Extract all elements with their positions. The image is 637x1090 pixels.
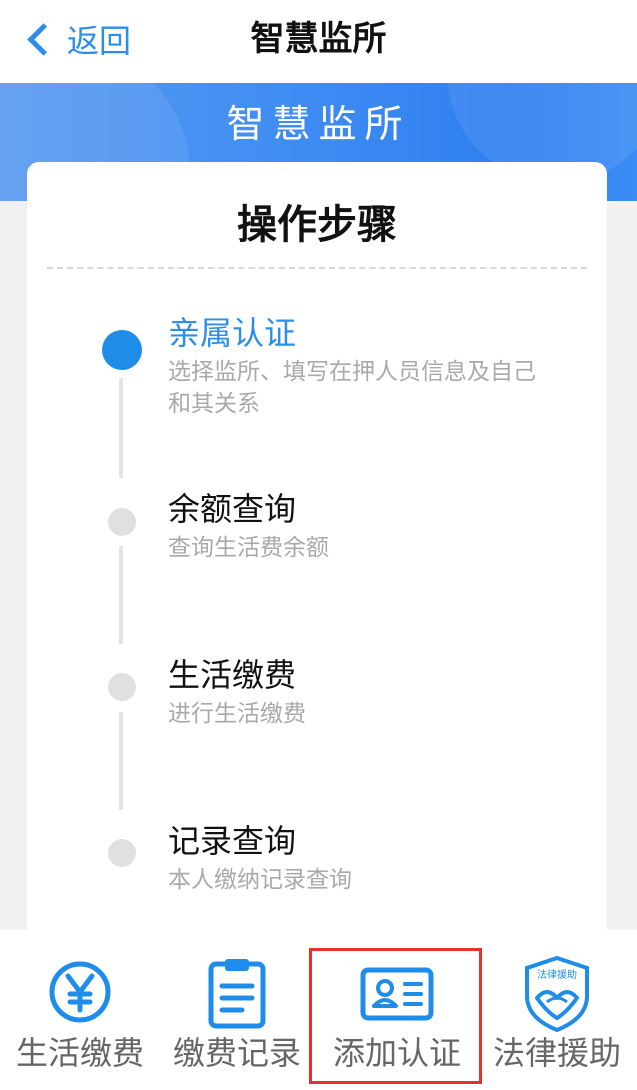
tab-add-verification[interactable]: 添加认证 xyxy=(317,930,477,1090)
tab-living-payment[interactable]: 生活缴费 xyxy=(0,930,160,1090)
steps-card: 操作步骤 亲属认证 选择监所、填写在押人员信息及自己和其关系 余额查询 查询生活… xyxy=(27,162,607,962)
step-title: 生活缴费 xyxy=(168,656,297,694)
legal-aid-icon-text: 法律援助 xyxy=(537,968,577,981)
step-title: 记录查询 xyxy=(168,822,297,860)
tab-label: 缴费记录 xyxy=(172,1034,301,1072)
bottom-tab-bar: 生活缴费 缴费记录 添加认证 法律援助 法律援助 xyxy=(0,930,637,1090)
tab-label: 法律援助 xyxy=(492,1034,621,1072)
card-title: 操作步骤 xyxy=(237,202,397,248)
tab-label: 生活缴费 xyxy=(15,1034,144,1072)
tab-payment-records[interactable]: 缴费记录 xyxy=(157,930,317,1090)
step-description: 本人缴纳记录查询 xyxy=(168,867,352,893)
id-card-icon xyxy=(360,967,434,1021)
step-dot-active xyxy=(102,330,142,370)
step-title: 亲属认证 xyxy=(168,314,297,352)
step-connector xyxy=(119,378,123,478)
clipboard-list-icon xyxy=(208,959,266,1029)
step-description: 选择监所、填写在押人员信息及自己和其关系 xyxy=(168,359,536,417)
step-connector xyxy=(119,546,123,644)
step-dot xyxy=(108,673,136,701)
step-dot xyxy=(108,839,136,867)
tab-legal-aid[interactable]: 法律援助 法律援助 xyxy=(477,930,637,1090)
banner-title: 智慧监所 xyxy=(226,102,411,146)
page-title: 智慧监所 xyxy=(250,19,387,59)
step-connector xyxy=(119,712,123,810)
dashed-divider xyxy=(47,267,587,269)
legal-aid-shield-icon: 法律援助 xyxy=(525,955,589,1033)
step-description: 查询生活费余额 xyxy=(168,535,329,561)
yen-coin-icon xyxy=(49,961,111,1023)
step-title: 余额查询 xyxy=(168,490,297,528)
nav-bar: 返回 智慧监所 xyxy=(0,0,637,84)
step-description: 进行生活缴费 xyxy=(168,701,306,727)
tab-label: 添加认证 xyxy=(332,1034,461,1072)
step-dot xyxy=(108,508,136,536)
